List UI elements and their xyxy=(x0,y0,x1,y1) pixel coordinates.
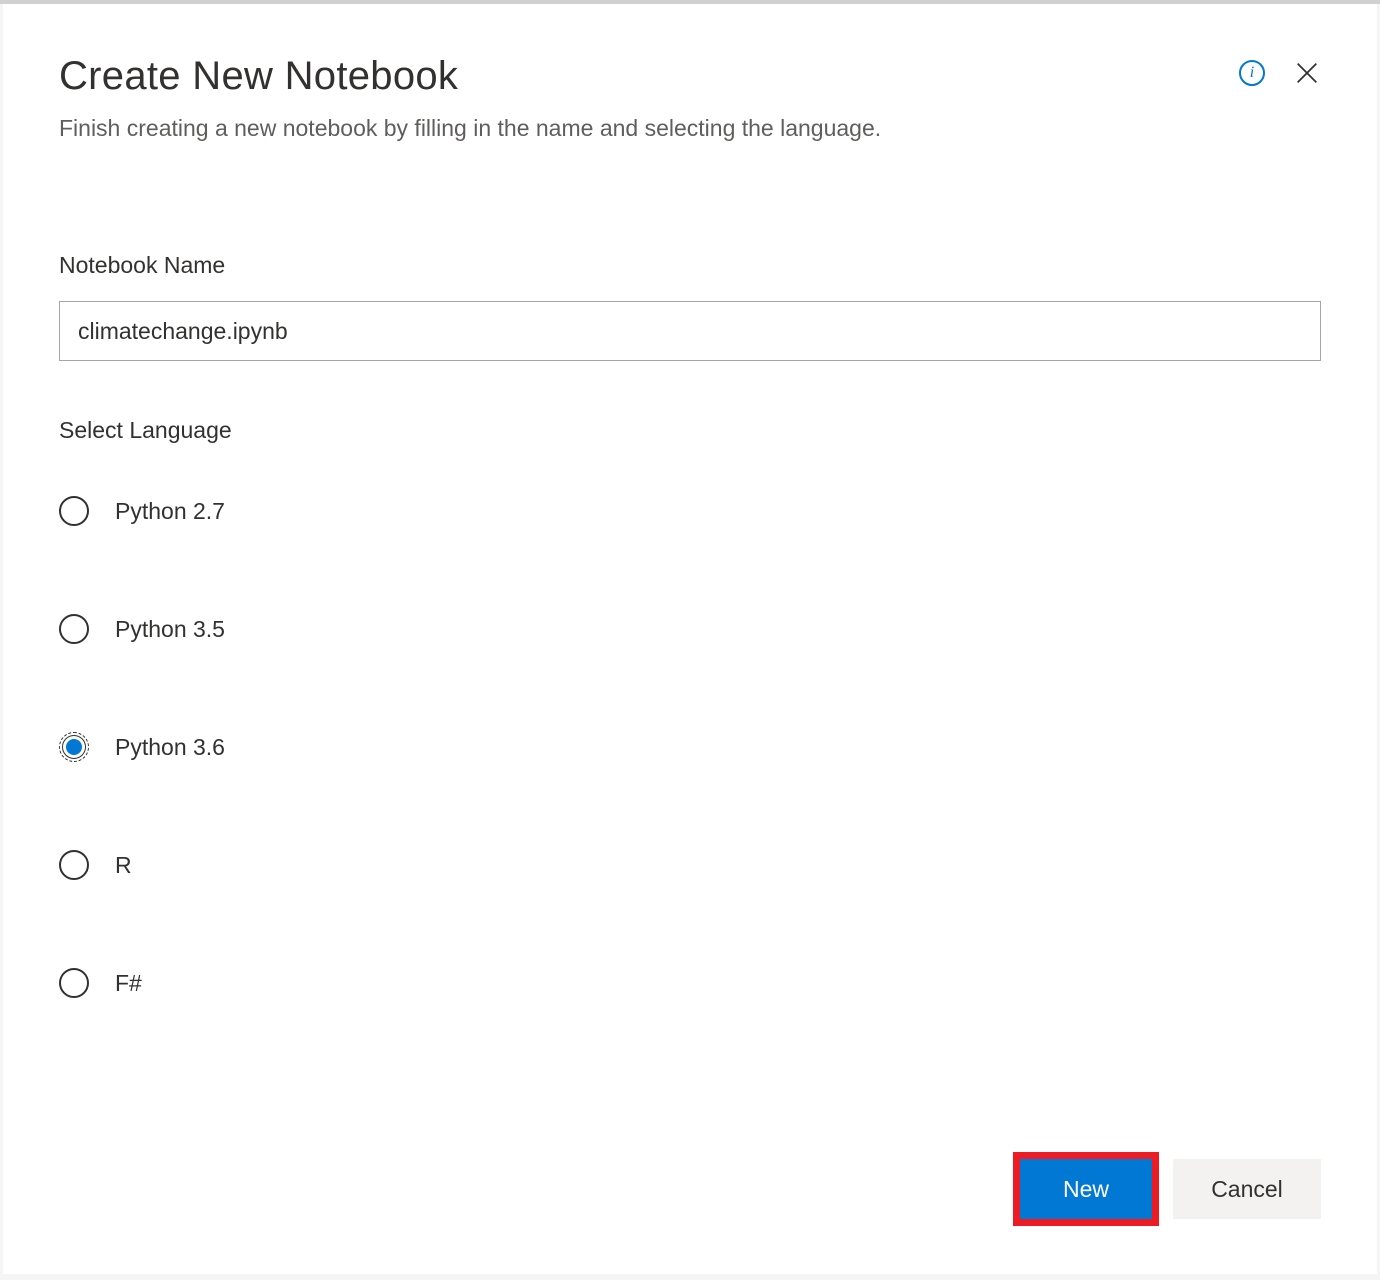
radio-circle-icon xyxy=(59,850,89,880)
radio-circle-selected-icon xyxy=(59,732,89,762)
language-radio-group: Python 2.7 Python 3.5 Python 3.6 R F# xyxy=(59,496,1321,998)
dialog-title: Create New Notebook xyxy=(59,54,1321,99)
radio-option-python36[interactable]: Python 3.6 xyxy=(59,732,1321,762)
radio-option-python27[interactable]: Python 2.7 xyxy=(59,496,1321,526)
radio-option-r[interactable]: R xyxy=(59,850,1321,880)
close-icon[interactable] xyxy=(1293,59,1321,87)
notebook-name-input[interactable] xyxy=(59,301,1321,361)
dialog-subtitle: Finish creating a new notebook by fillin… xyxy=(59,115,1321,142)
radio-label: F# xyxy=(115,970,142,997)
radio-label: Python 2.7 xyxy=(115,498,225,525)
select-language-label: Select Language xyxy=(59,417,1321,444)
primary-button-highlight: New xyxy=(1013,1152,1159,1226)
header-actions: i xyxy=(1239,59,1321,87)
radio-option-python35[interactable]: Python 3.5 xyxy=(59,614,1321,644)
radio-label: Python 3.5 xyxy=(115,616,225,643)
radio-circle-icon xyxy=(59,496,89,526)
create-notebook-dialog: i Create New Notebook Finish creating a … xyxy=(3,4,1377,1274)
radio-label: Python 3.6 xyxy=(115,734,225,761)
radio-option-fsharp[interactable]: F# xyxy=(59,968,1321,998)
radio-circle-icon xyxy=(59,968,89,998)
dialog-footer: New Cancel xyxy=(1013,1152,1321,1226)
notebook-name-label: Notebook Name xyxy=(59,252,1321,279)
info-icon[interactable]: i xyxy=(1239,60,1265,86)
cancel-button[interactable]: Cancel xyxy=(1173,1159,1321,1219)
radio-dot-icon xyxy=(66,739,82,755)
radio-label: R xyxy=(115,852,132,879)
radio-circle-icon xyxy=(59,614,89,644)
new-button[interactable]: New xyxy=(1020,1159,1152,1219)
